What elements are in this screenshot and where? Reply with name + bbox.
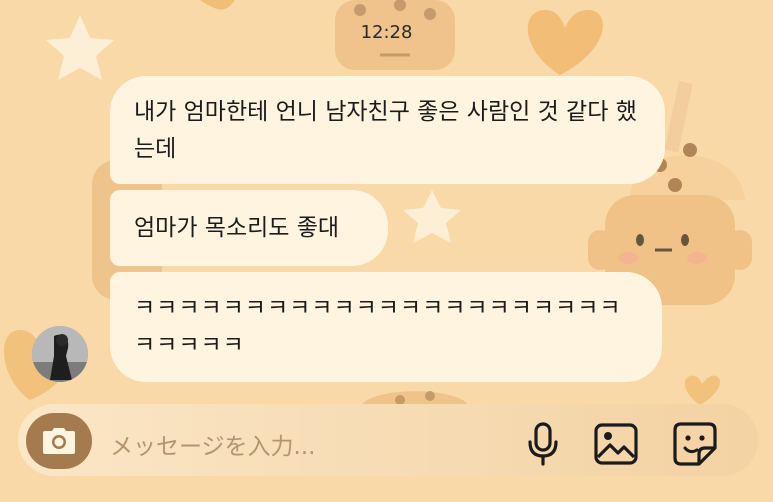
gallery-button[interactable] xyxy=(593,420,639,468)
star-decoration xyxy=(403,190,461,243)
heart-decoration xyxy=(684,375,720,405)
voice-message-button[interactable] xyxy=(520,420,566,468)
gallery-icon xyxy=(594,423,638,465)
message-bubble[interactable]: 엄마가 목소리도 좋대 xyxy=(110,190,388,266)
microphone-icon xyxy=(528,422,558,466)
message-bubble[interactable]: ㅋㅋㅋㅋㅋㅋㅋㅋㅋㅋㅋㅋㅋㅋㅋㅋㅋㅋㅋㅋㅋㅋㅋㅋㅋㅋㅋ xyxy=(110,272,662,382)
heart-decoration xyxy=(200,0,235,10)
camera-button[interactable] xyxy=(26,413,92,469)
camera-icon xyxy=(43,428,75,454)
message-timestamp: 12:28 xyxy=(360,22,413,43)
sender-avatar[interactable] xyxy=(32,326,88,382)
message-input[interactable]: メッセージを入力... xyxy=(110,427,315,461)
sticker-button[interactable] xyxy=(672,420,718,468)
sticker-icon xyxy=(673,422,717,466)
message-bubble[interactable]: 내가 엄마한테 언니 남자친구 좋은 사람인 것 같다 했는데 xyxy=(110,76,665,184)
